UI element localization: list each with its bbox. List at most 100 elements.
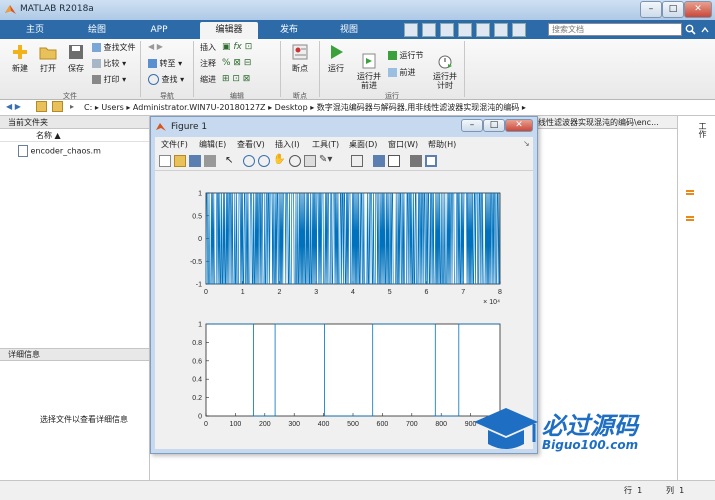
- save-button[interactable]: 保存: [62, 43, 90, 74]
- search-input[interactable]: 搜索文档: [548, 23, 682, 36]
- pan-icon[interactable]: ✋: [273, 154, 285, 165]
- file-item[interactable]: encoder_chaos.m: [18, 145, 101, 157]
- menu-window[interactable]: 窗口(W): [388, 139, 418, 150]
- tab-apps[interactable]: APP: [134, 22, 184, 39]
- save-figure-icon[interactable]: [189, 155, 201, 167]
- brush-icon[interactable]: ✎▾: [319, 154, 332, 165]
- row-value: 1: [637, 486, 643, 495]
- edit-icons-row3[interactable]: ⊞ ⊡ ⊠: [222, 74, 250, 84]
- back-forward-icons[interactable]: ◀ ▶: [148, 42, 163, 51]
- x-tick-label: 0: [204, 289, 208, 296]
- find-button[interactable]: 查找 ▾: [148, 74, 184, 85]
- tab-editor[interactable]: 编辑器: [200, 22, 258, 39]
- figure-close-button[interactable]: ✕: [505, 119, 533, 132]
- close-button[interactable]: ✕: [684, 1, 712, 18]
- hide-tools-icon[interactable]: [410, 155, 422, 167]
- paste-icon[interactable]: [458, 23, 472, 37]
- file-name: encoder_chaos.m: [30, 146, 101, 156]
- divider: [280, 41, 281, 97]
- menu-file[interactable]: 文件(F): [161, 139, 188, 150]
- address-bar[interactable]: ◀ ▶ ▸ C: ▸ Users ▸ Administrator.WIN7U-2…: [0, 100, 715, 116]
- breadcrumb-part[interactable]: Users: [101, 103, 123, 112]
- edit-icons-row1[interactable]: ▣ fx ⊡: [222, 42, 252, 52]
- divider: [319, 41, 320, 97]
- menu-desktop[interactable]: 桌面(D): [349, 139, 377, 150]
- divider: [193, 41, 194, 97]
- breadcrumb-part[interactable]: Administrator.WIN7U-20180127Z: [133, 103, 266, 112]
- column-header-name[interactable]: 名称 ▲: [0, 130, 149, 142]
- print-figure-icon[interactable]: [204, 155, 216, 167]
- x-tick-label: 600: [377, 421, 389, 428]
- redo-icon[interactable]: [494, 23, 508, 37]
- x-tick-label: 6: [425, 289, 429, 296]
- tab-plots[interactable]: 绘图: [72, 22, 122, 39]
- window-title: MATLAB R2018a: [20, 4, 94, 14]
- menu-edit[interactable]: 编辑(E): [199, 139, 226, 150]
- menu-insert[interactable]: 插入(I): [275, 139, 300, 150]
- rotate-icon[interactable]: [289, 155, 301, 167]
- goto-button[interactable]: 转至 ▾: [148, 58, 182, 69]
- new-figure-icon[interactable]: [159, 155, 171, 167]
- up-folder-icon[interactable]: [36, 101, 47, 112]
- pointer-icon[interactable]: ↖: [225, 155, 233, 166]
- open-file-icon[interactable]: [174, 155, 186, 167]
- copy-icon[interactable]: [440, 23, 454, 37]
- data-cursor-icon[interactable]: [304, 155, 316, 167]
- breadcrumb-part[interactable]: Desktop: [275, 103, 308, 112]
- compare-button[interactable]: 比较 ▾: [92, 58, 126, 69]
- editor-tab[interactable]: 线性滤波器实现混沌的编码\enc...: [538, 116, 677, 129]
- zoom-out-icon[interactable]: [258, 155, 270, 167]
- tab-publish[interactable]: 发布: [264, 22, 314, 39]
- menu-view[interactable]: 查看(V): [237, 139, 265, 150]
- run-label: 运行: [328, 64, 344, 73]
- menu-tools[interactable]: 工具(T): [312, 139, 339, 150]
- x-tick-label: 8: [498, 289, 502, 296]
- figure-minimize-button[interactable]: –: [461, 119, 483, 132]
- link-plot-icon[interactable]: [351, 155, 363, 167]
- minimize-button[interactable]: –: [640, 1, 662, 18]
- zoom-in-icon[interactable]: [243, 155, 255, 167]
- legend-icon[interactable]: [388, 155, 400, 167]
- indent-button[interactable]: 缩进: [200, 74, 216, 85]
- find-files-button[interactable]: 查找文件: [92, 42, 136, 53]
- advance-button[interactable]: 前进: [388, 67, 416, 78]
- y-tick-label: -0.5: [190, 259, 202, 266]
- show-tools-icon[interactable]: [425, 155, 437, 167]
- breadcrumb-part[interactable]: 数字混沌编码器与解码器,用非线性滤波器实现混沌的编码: [317, 103, 520, 112]
- y-tick-label: 1: [198, 322, 202, 329]
- search-icon[interactable]: [685, 24, 696, 35]
- breakpoints-button[interactable]: 断点: [286, 43, 314, 74]
- tab-view[interactable]: 视图: [324, 22, 374, 39]
- new-button[interactable]: 新建: [6, 43, 34, 74]
- print-button[interactable]: 打印 ▾: [92, 74, 126, 85]
- divider: [140, 41, 141, 97]
- undo-icon[interactable]: [476, 23, 490, 37]
- comment-button[interactable]: 注释: [200, 58, 216, 69]
- edit-icons-row2[interactable]: % ⊠ ⊟: [222, 58, 251, 68]
- figure-maximize-button[interactable]: □: [483, 119, 505, 132]
- help-icon[interactable]: [512, 23, 526, 37]
- run-button[interactable]: 运行: [322, 43, 350, 74]
- breadcrumb[interactable]: C: ▸ Users ▸ Administrator.WIN7U-2018012…: [84, 102, 526, 113]
- browse-folder-icon[interactable]: [52, 101, 63, 112]
- open-label: 打开: [40, 64, 56, 73]
- x-tick-label: 700: [406, 421, 418, 428]
- collapse-icon[interactable]: [700, 25, 710, 35]
- save-icon[interactable]: [404, 23, 418, 37]
- run-section-button[interactable]: 运行节: [388, 50, 424, 61]
- breadcrumb-part[interactable]: C:: [84, 103, 92, 112]
- tab-home[interactable]: 主页: [10, 22, 60, 39]
- y-tick-label: 0.8: [192, 340, 202, 347]
- details-hint: 选择文件以查看详细信息: [40, 415, 128, 424]
- menu-help[interactable]: 帮助(H): [428, 139, 456, 150]
- cut-icon[interactable]: [422, 23, 436, 37]
- x-tick-label: 200: [259, 421, 271, 428]
- advance-icon: [388, 68, 397, 77]
- colorbar-icon[interactable]: [373, 155, 385, 167]
- dock-icon[interactable]: ↘: [523, 139, 530, 148]
- watermark-text: 必过源码: [542, 412, 638, 440]
- nav-arrows-icon[interactable]: ◀ ▶: [6, 102, 21, 111]
- open-button[interactable]: 打开: [34, 43, 62, 74]
- maximize-button[interactable]: □: [662, 1, 684, 18]
- insert-button[interactable]: 插入: [200, 42, 216, 53]
